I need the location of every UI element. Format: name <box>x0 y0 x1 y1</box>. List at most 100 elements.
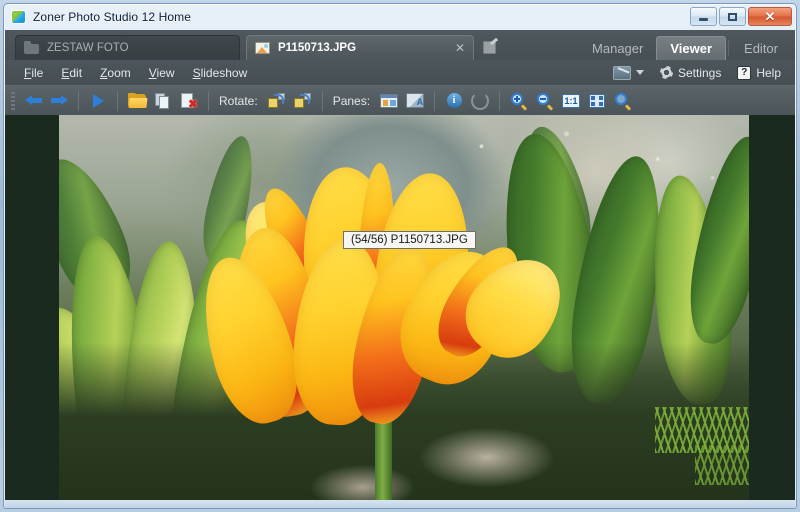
panes-browser-icon <box>380 93 399 108</box>
play-icon <box>92 93 104 108</box>
rotate-right-button[interactable] <box>291 89 315 113</box>
menu-zoom-rest: oom <box>107 65 131 80</box>
window-controls: ✕ <box>690 7 792 26</box>
minimize-button[interactable] <box>690 7 717 26</box>
menu-edit[interactable]: Edit <box>52 64 91 82</box>
copy-button[interactable] <box>151 89 175 113</box>
toolbar-separator <box>434 90 436 111</box>
application-window: Zoner Photo Studio 12 Home ✕ ZESTAW FOTO… <box>3 3 797 509</box>
menu-view-rest: iew <box>156 65 175 80</box>
refresh-icon <box>471 91 490 110</box>
menu-slideshow-key: S <box>192 65 201 80</box>
document-tab-label: ZESTAW FOTO <box>47 42 129 54</box>
image-viewer[interactable]: (54/56) P1150713.JPG 28 kwietnia 2011 10… <box>5 115 795 507</box>
gear-icon <box>659 66 673 79</box>
info-button[interactable]: i <box>442 89 466 113</box>
zoom-in-button[interactable] <box>507 89 531 113</box>
fit-to-window-icon <box>589 93 606 108</box>
question-mark-icon: ? <box>737 65 752 80</box>
zoom-out-button[interactable] <box>533 89 557 113</box>
tab-viewer-label: Viewer <box>670 41 713 56</box>
image-icon <box>255 41 271 55</box>
status-bar <box>5 500 795 508</box>
tab-editor-label: Editor <box>744 40 778 56</box>
panes-browser-button[interactable] <box>377 89 401 113</box>
forward-button[interactable] <box>47 89 71 113</box>
document-tab-image[interactable]: P1150713.JPG ✕ <box>246 35 474 60</box>
maximize-button[interactable] <box>719 7 746 26</box>
menu-bar-right: Settings ? Help <box>607 60 787 85</box>
folder-icon <box>24 41 40 55</box>
photo-conifer <box>695 445 749 485</box>
open-folder-button[interactable] <box>125 89 149 113</box>
settings-label: Settings <box>677 65 722 80</box>
close-icon: ✕ <box>764 9 776 24</box>
screen-mode-button[interactable] <box>607 64 650 82</box>
edit-pad-icon[interactable] <box>476 35 502 60</box>
menu-view[interactable]: View <box>140 64 184 82</box>
copy-icon <box>155 92 171 109</box>
tab-strip: ZESTAW FOTO P1150713.JPG ✕ Manager Viewe… <box>5 30 795 60</box>
window-title: Zoner Photo Studio 12 Home <box>33 10 192 24</box>
settings-button[interactable]: Settings <box>654 64 727 82</box>
toolbar-separator <box>208 90 209 111</box>
menu-zoom[interactable]: Zoom <box>91 64 140 82</box>
menu-file[interactable]: File <box>15 64 52 82</box>
title-bar: Zoner Photo Studio 12 Home ✕ <box>4 4 796 30</box>
open-folder-icon <box>127 93 148 108</box>
caret-down-icon <box>635 70 644 75</box>
help-label: Help <box>756 65 781 80</box>
tab-editor[interactable]: Editor <box>731 36 791 60</box>
rotate-right-icon <box>294 93 312 108</box>
refresh-button[interactable] <box>468 89 492 113</box>
zoom-in-icon <box>511 92 528 111</box>
rotate-left-button[interactable] <box>265 89 289 113</box>
panes-label: Panes: <box>332 93 371 108</box>
zoom-actual-button[interactable]: 1:1 <box>559 89 583 113</box>
menu-edit-rest: dit <box>69 65 83 80</box>
toolbar-separator <box>499 90 501 111</box>
forward-arrow-icon <box>50 95 68 106</box>
toolbar-grip[interactable] <box>11 91 15 110</box>
toolbar-separator <box>321 90 323 111</box>
yellow-tulip-photo[interactable] <box>59 115 749 507</box>
slideshow-button[interactable] <box>86 89 110 113</box>
maximize-icon <box>728 12 737 21</box>
tab-manager[interactable]: Manager <box>579 36 656 60</box>
panes-info-icon: A <box>406 93 425 108</box>
back-button[interactable] <box>21 89 45 113</box>
screen: Zoner Photo Studio 12 Home ✕ ZESTAW FOTO… <box>0 0 800 512</box>
mode-separator <box>728 40 730 56</box>
menu-file-rest: ile <box>31 65 44 80</box>
tab-manager-label: Manager <box>592 40 644 56</box>
delete-button[interactable]: ✖ <box>177 89 201 113</box>
magnifier-button[interactable] <box>611 89 635 113</box>
zoom-actual-icon: 1:1 <box>562 93 581 108</box>
rotate-label: Rotate: <box>219 93 258 108</box>
toolbar-separator <box>78 90 79 111</box>
tab-viewer[interactable]: Viewer <box>656 36 727 60</box>
rotate-left-icon <box>268 93 286 108</box>
zoom-out-icon <box>537 92 554 111</box>
document-tab-folder[interactable]: ZESTAW FOTO <box>15 35 240 60</box>
document-tab-label: P1150713.JPG <box>278 42 357 54</box>
help-button[interactable]: ? Help <box>731 64 787 82</box>
menu-view-key: V <box>148 65 157 80</box>
menu-slideshow-rest: lideshow <box>200 65 248 80</box>
zoner-logo-icon <box>11 9 27 25</box>
delete-icon: ✖ <box>181 92 198 110</box>
menu-bar: File Edit Zoom View Slideshow Settings ? <box>5 60 795 85</box>
back-arrow-icon <box>24 95 42 106</box>
app-chrome: ZESTAW FOTO P1150713.JPG ✕ Manager Viewe… <box>5 30 795 115</box>
zoom-fit-button[interactable] <box>585 89 609 113</box>
screen-mode-icon <box>612 65 631 80</box>
magnifier-icon <box>615 92 632 111</box>
info-icon: i <box>446 93 462 108</box>
minimize-icon <box>699 18 708 21</box>
menu-slideshow[interactable]: Slideshow <box>184 64 257 82</box>
panes-info-button[interactable]: A <box>403 89 427 113</box>
toolbar: ✖ Rotate: Panes: A i 1:1 <box>5 85 795 115</box>
close-button[interactable]: ✕ <box>748 7 792 26</box>
toolbar-separator <box>117 90 118 111</box>
tab-close-icon[interactable]: ✕ <box>455 41 465 55</box>
